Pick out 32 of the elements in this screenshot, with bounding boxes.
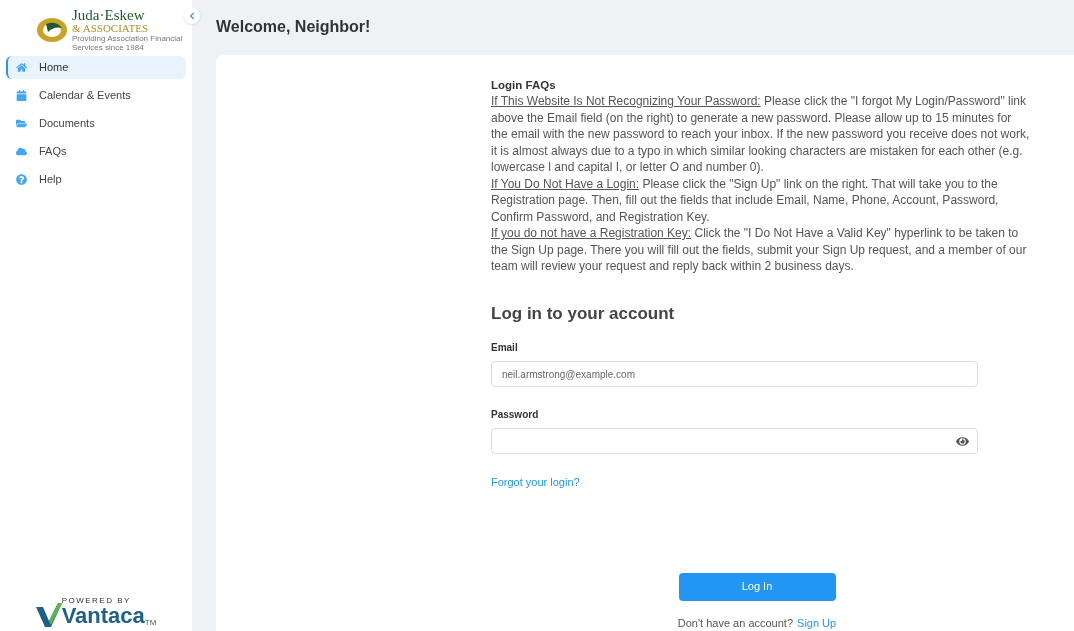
signup-prompt: Don't have an account?	[677, 615, 794, 631]
logo-check-icon	[35, 603, 62, 627]
chevron-left-icon	[188, 12, 196, 20]
faq-paragraph: If This Website Is Not Recognizing Your Password: Please click the "I forgot My Login/Password" link above the Email field (on the right) to generate a new password. Please allow up to 15 minutes for the email with the new password to reach your inbox. If the new password you receive does not work, it is almost always due to a typo in which similar looking characters are mistaken for each other (e.g. lowercase l and capital I, or letter O and number 0).	[491, 93, 1031, 176]
logo-icon	[36, 16, 68, 44]
sidebar-item[interactable]: Home	[6, 56, 186, 79]
calendar-icon	[16, 90, 27, 101]
logo-tagline: Providing Association Financial Services since 1984	[72, 34, 184, 52]
logo-name: Juda·Eskew	[72, 8, 146, 23]
brand-name: Vantaca	[61, 605, 145, 627]
sidebar-item[interactable]: Help	[6, 168, 186, 191]
home-icon	[16, 62, 27, 73]
collapse-button[interactable]	[184, 8, 200, 24]
cloud-icon	[16, 146, 27, 157]
email-label: Email	[491, 341, 519, 355]
password-field[interactable]	[491, 428, 978, 454]
login-title: Log in to your account	[491, 302, 676, 325]
page-title: Welcome, Neighbor!	[216, 17, 372, 38]
password-label: Password	[491, 408, 540, 422]
powered-by-caption: POWERED BY	[61, 597, 132, 605]
faq-paragraph: If You Do Not Have a Login: Please click the "Sign Up" link on the right. That will take you to the Registration page. Then, fill out the fields that include Email, Name, Phone, Account, Password, Confirm Password, and Registration Key.	[491, 175, 1000, 225]
show-password-icon[interactable]	[956, 434, 969, 448]
faq-title: Login FAQs	[491, 77, 557, 93]
logo-subtitle: & ASSOCIATES	[72, 23, 150, 34]
help-icon	[16, 174, 27, 185]
email-field[interactable]: neil.armstrong@example.com	[491, 361, 978, 387]
folder-icon	[16, 118, 27, 129]
trademark: TM	[144, 619, 157, 627]
sidebar-item[interactable]: FAQs	[6, 140, 186, 163]
sidebar-item[interactable]: Documents	[6, 112, 186, 135]
sidebar-item[interactable]: Calendar & Events	[6, 84, 186, 107]
faq-paragraph: If you do not have a Registration Key: Click the "I Do Not Have a Valid Key" hyperlink to be taken to the Sign Up page. There you will fill out the fields, submit your Sign Up request, and a member of our team will review your request and reply back within 2 business days.	[491, 225, 1028, 275]
